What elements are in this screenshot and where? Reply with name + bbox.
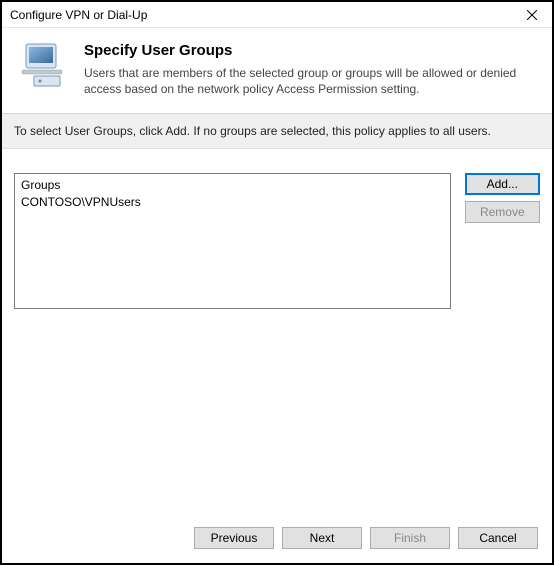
header-text-block: Specify User Groups Users that are membe… xyxy=(84,40,534,97)
dialog-window: Configure VPN or Dial-Up xyxy=(0,0,554,565)
groups-listbox[interactable]: Groups CONTOSO\VPNUsers xyxy=(14,173,451,309)
side-button-group: Add... Remove xyxy=(465,173,540,309)
titlebar: Configure VPN or Dial-Up xyxy=(2,2,552,28)
close-button[interactable] xyxy=(512,2,552,28)
finish-button[interactable]: Finish xyxy=(370,527,450,549)
instruction-text: To select User Groups, click Add. If no … xyxy=(2,114,552,149)
next-button[interactable]: Next xyxy=(282,527,362,549)
remove-button[interactable]: Remove xyxy=(465,201,540,223)
wizard-body: Groups CONTOSO\VPNUsers Add... Remove xyxy=(2,149,552,517)
page-description: Users that are members of the selected g… xyxy=(84,65,534,97)
wizard-footer: Previous Next Finish Cancel xyxy=(2,517,552,563)
page-title: Specify User Groups xyxy=(84,42,534,59)
cancel-button[interactable]: Cancel xyxy=(458,527,538,549)
previous-button[interactable]: Previous xyxy=(194,527,274,549)
window-title: Configure VPN or Dial-Up xyxy=(10,8,147,22)
computer-icon xyxy=(20,40,70,90)
list-item[interactable]: CONTOSO\VPNUsers xyxy=(21,194,444,210)
close-icon xyxy=(527,10,537,20)
wizard-header: Specify User Groups Users that are membe… xyxy=(2,28,552,114)
add-button[interactable]: Add... xyxy=(465,173,540,195)
groups-column-header: Groups xyxy=(21,178,444,194)
